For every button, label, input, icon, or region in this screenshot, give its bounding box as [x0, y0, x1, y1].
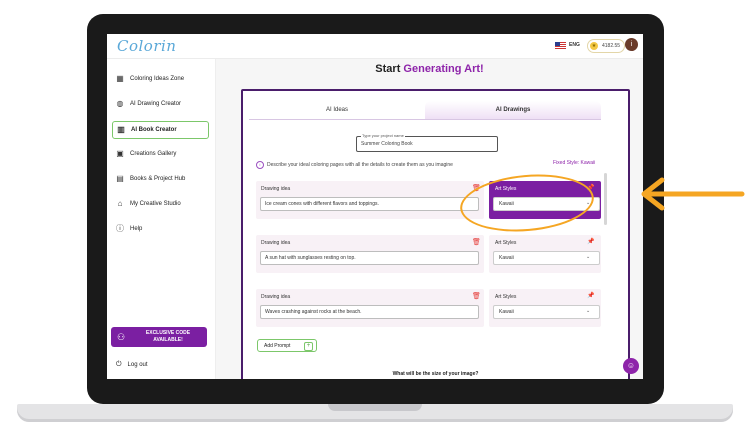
main-content: Start Generating Art! AI Ideas AI Drawin… [216, 59, 643, 379]
drawing-idea-label: Drawing idea [261, 294, 291, 300]
pointer-arrow-icon [641, 177, 745, 211]
promo-label: EXCLUSIVE CODE AVAILABLE! [145, 330, 191, 343]
chevron-down-icon: ⌄ [586, 308, 591, 314]
logout-button[interactable]: ⏻ Log out [116, 361, 148, 369]
sidebar-item-books-project-hub[interactable]: ▤ Books & Project Hub [112, 171, 207, 187]
project-name-field[interactable]: Type your project name Summer Coloring B… [356, 133, 498, 152]
art-styles-label: Art Styles [495, 294, 517, 300]
art-styles-label: Art Styles [495, 240, 517, 246]
pin-icon[interactable]: 📌 [587, 292, 594, 299]
plus-icon: + [304, 342, 313, 351]
drawing-idea-card: Drawing idea 🗑 A sun hat with sunglasses… [256, 235, 484, 273]
gallery-icon: ▣ [116, 149, 124, 158]
palette-icon: ◍ [116, 99, 124, 108]
page-title: Start Generating Art! [216, 63, 643, 75]
pin-icon[interactable]: 📌 [587, 238, 594, 245]
chevron-down-icon: ⌄ [586, 254, 591, 260]
chat-icon[interactable]: ☺ [623, 358, 639, 374]
credits-badge[interactable]: ★ 4182.55 [587, 39, 626, 53]
art-styles-card: Art Styles 📌 Kawaii ⌄ [489, 289, 601, 327]
sidebar-item-creations-gallery[interactable]: ▣ Creations Gallery [112, 146, 207, 162]
trash-icon[interactable]: 🗑 [472, 292, 481, 300]
drawing-idea-label: Drawing idea [261, 240, 291, 246]
sidebar: ▦ Coloring Ideas Zone ◍ AI Drawing Creat… [107, 59, 216, 379]
creator-panel: AI Ideas AI Drawings Type your project n… [241, 89, 630, 379]
drawing-idea-input[interactable]: Waves crashing against rocks at the beac… [260, 305, 479, 319]
exclusive-code-button[interactable]: ⚇ EXCLUSIVE CODE AVAILABLE! [111, 327, 207, 347]
drawing-idea-input[interactable]: Ice cream cones with different flavors a… [260, 197, 479, 211]
power-icon: ⏻ [116, 361, 122, 368]
tab-ai-ideas[interactable]: AI Ideas [249, 101, 425, 119]
art-styles-card: Art Styles 📌 Kawaii ⌄ [489, 235, 601, 273]
describe-hint: i Describe your ideal coloring pages wit… [256, 161, 453, 169]
sidebar-item-help[interactable]: ⓘ Help [112, 221, 207, 237]
sidebar-item-ai-drawing-creator[interactable]: ◍ AI Drawing Creator [112, 96, 207, 112]
project-name-value: Summer Coloring Book [361, 141, 413, 147]
title-prefix: Start [375, 63, 401, 75]
sidebar-item-label: Creations Gallery [130, 151, 177, 157]
us-flag-icon[interactable] [555, 42, 566, 50]
folder-icon: ▤ [116, 174, 124, 183]
app-logo[interactable]: Colorin [117, 37, 176, 55]
sidebar-item-label: Books & Project Hub [130, 176, 186, 182]
sidebar-item-coloring-ideas-zone[interactable]: ▦ Coloring Ideas Zone [112, 71, 207, 87]
drawing-idea-card: Drawing idea 🗑 Ice cream cones with diff… [256, 181, 484, 219]
fixed-style-link[interactable]: Fixed Style: Kawaii [553, 160, 595, 166]
language-selector[interactable]: ENG [569, 42, 580, 48]
art-style-select[interactable]: Kawaii [493, 305, 600, 319]
tab-divider [249, 119, 601, 120]
sidebar-item-label: Coloring Ideas Zone [130, 76, 185, 82]
user-add-icon: ⚇ [117, 332, 126, 342]
image-size-question: What will be the size of your image? [392, 371, 479, 377]
laptop-notch [328, 404, 422, 411]
describe-text: Describe your ideal coloring pages with … [267, 162, 453, 168]
sidebar-item-label: Help [130, 226, 143, 232]
sidebar-item-ai-book-creator[interactable]: ▥ AI Book Creator [112, 121, 209, 139]
trash-icon[interactable]: 🗑 [472, 238, 481, 246]
title-accent: Generating Art! [403, 63, 484, 75]
sidebar-item-label: AI Drawing Creator [130, 101, 182, 107]
user-avatar[interactable]: i [625, 38, 638, 51]
sidebar-item-label: AI Book Creator [131, 127, 177, 133]
help-icon: ⓘ [116, 224, 124, 233]
sidebar-item-my-creative-studio[interactable]: ⌂ My Creative Studio [112, 196, 207, 212]
logout-label: Log out [127, 362, 148, 368]
project-name-label: Type your project name [361, 133, 405, 138]
add-prompt-label: Add Prompt [264, 343, 291, 349]
scrollbar[interactable] [604, 173, 607, 225]
sidebar-item-label: My Creative Studio [130, 201, 181, 207]
grid-icon: ▦ [116, 74, 124, 83]
info-icon: i [256, 161, 264, 169]
drawing-idea-input[interactable]: A sun hat with sunglasses resting on top… [260, 251, 479, 265]
top-bar: Colorin ENG ★ 4182.55 i [107, 34, 643, 59]
add-prompt-button[interactable]: Add Prompt + [257, 339, 317, 352]
drawing-idea-label: Drawing idea [261, 186, 291, 192]
art-style-select[interactable]: Kawaii [493, 251, 600, 265]
book-icon: ▥ [117, 125, 125, 134]
tab-ai-drawings[interactable]: AI Drawings [425, 101, 601, 119]
studio-icon: ⌂ [117, 199, 123, 208]
credits-value: 4182.55 [602, 43, 621, 49]
star-coin-icon: ★ [590, 42, 598, 50]
drawing-idea-card: Drawing idea 🗑 Waves crashing against ro… [256, 289, 484, 327]
